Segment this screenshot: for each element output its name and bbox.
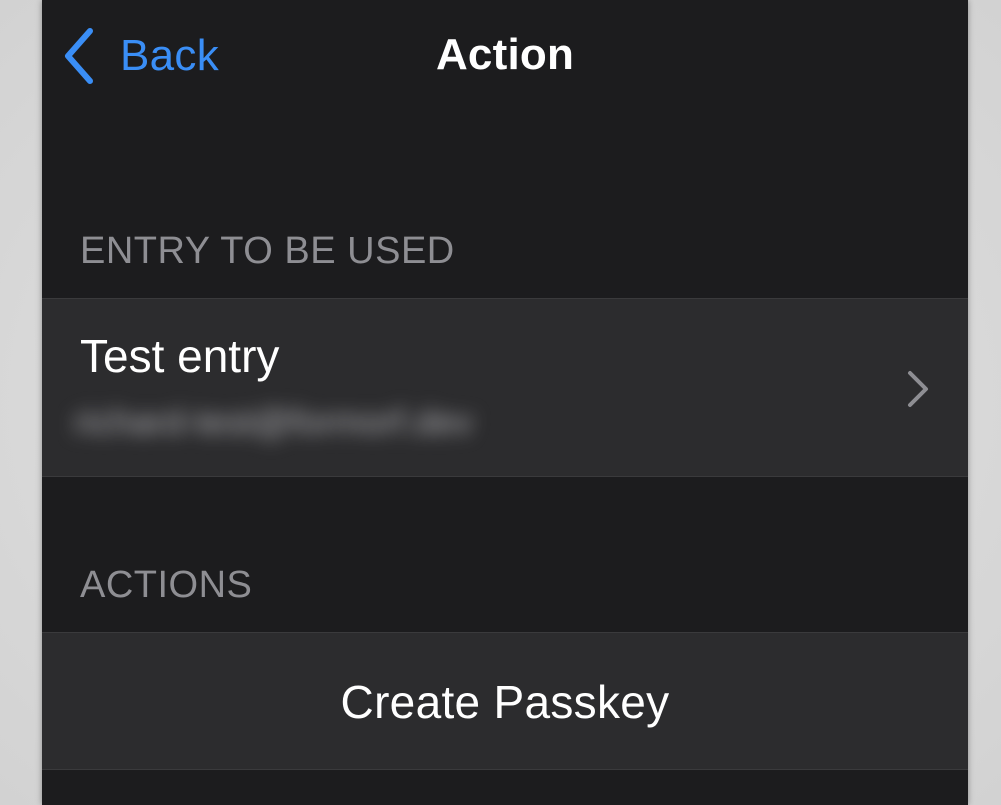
entry-cell[interactable]: Test entry richard-test@formorf.dev (42, 298, 968, 477)
section-header-entry: ENTRY TO BE USED (80, 230, 455, 272)
section-header-actions: ACTIONS (80, 564, 253, 606)
entry-title: Test entry (80, 330, 280, 382)
page-title: Action (435, 30, 575, 79)
app-window: Back Action ENTRY TO BE USED Test entry … (42, 0, 968, 805)
create-passkey-button[interactable]: Create Passkey (42, 632, 968, 770)
entry-subtitle: richard-test@formorf.dev (74, 401, 473, 442)
chevron-right-icon (906, 369, 930, 414)
screen-backdrop: Back Action ENTRY TO BE USED Test entry … (0, 0, 1001, 805)
create-passkey-label: Create Passkey (340, 676, 670, 728)
navigation-bar: Back Action (42, 0, 968, 118)
